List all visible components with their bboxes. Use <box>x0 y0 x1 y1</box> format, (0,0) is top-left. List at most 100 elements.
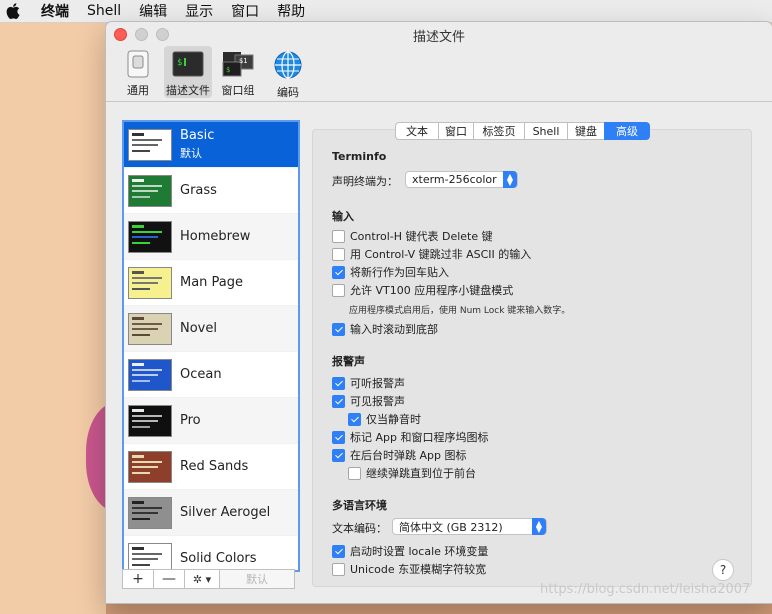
option-label: 允许 VT100 应用程序小键盘模式 <box>350 284 514 297</box>
preferences-window: 描述文件 通用 $ 描述文件 $ $1 窗口组 编码 Basic 默认 Gras… <box>106 22 772 603</box>
help-button[interactable]: ? <box>712 559 734 581</box>
tab-text[interactable]: 文本 <box>395 122 439 140</box>
profile-item-ocean[interactable]: Ocean <box>124 352 298 398</box>
profile-name: Solid Colors <box>180 551 257 566</box>
profile-thumbnail <box>128 312 172 345</box>
profile-item-homebrew[interactable]: Homebrew <box>124 214 298 260</box>
profile-item-silver-aerogel[interactable]: Silver Aerogel <box>124 490 298 536</box>
toolbar-encodings-label: 编码 <box>277 86 299 99</box>
toolbar-general[interactable]: 通用 <box>114 46 162 98</box>
checkbox[interactable] <box>332 448 345 462</box>
menu-edit[interactable]: 编辑 <box>130 1 176 21</box>
profile-name: Novel <box>180 321 217 336</box>
switch-icon <box>122 50 154 78</box>
svg-text:$: $ <box>226 66 230 74</box>
menu-view[interactable]: 显示 <box>176 1 222 21</box>
terminal-type-select[interactable]: xterm-256color ▲ ▼ <box>405 171 518 188</box>
checkbox[interactable] <box>332 322 345 336</box>
checkbox[interactable] <box>332 283 345 297</box>
option-label: 仅当静音时 <box>366 413 421 426</box>
checkbox[interactable] <box>332 265 345 279</box>
profile-default-label: 默认 <box>180 147 202 160</box>
profile-thumbnail <box>128 128 172 161</box>
option-label: 启动时设置 locale 环境变量 <box>350 545 489 558</box>
profile-name: Ocean <box>180 367 222 382</box>
option-label: 输入时滚动到底部 <box>350 323 438 336</box>
option-vt100-keypad[interactable]: 允许 VT100 应用程序小键盘模式 <box>332 282 513 298</box>
option-audible-bell[interactable]: 可听报警声 <box>332 375 405 391</box>
svg-text:$: $ <box>177 58 182 68</box>
checkbox[interactable] <box>332 562 345 576</box>
menu-window[interactable]: 窗口 <box>222 1 268 21</box>
terminfo-heading: Terminfo <box>332 150 387 163</box>
tab-tabs[interactable]: 标签页 <box>473 122 525 140</box>
option-control-v-escape[interactable]: 用 Control-V 键跳过非 ASCII 的输入 <box>332 246 531 262</box>
profile-thumbnail <box>128 404 172 437</box>
option-only-when-muted[interactable]: 仅当静音时 <box>348 411 421 427</box>
input-heading: 输入 <box>332 210 354 223</box>
profile-item-solid-colors[interactable]: Solid Colors <box>124 536 298 570</box>
checkbox[interactable] <box>332 394 345 408</box>
profile-item-red-sands[interactable]: Red Sands <box>124 444 298 490</box>
apple-icon[interactable] <box>4 2 22 20</box>
option-paste-newline-return[interactable]: 将新行作为回车贴入 <box>332 264 449 280</box>
toolbar-profiles-label: 描述文件 <box>166 84 210 97</box>
profile-item-basic[interactable]: Basic 默认 <box>124 122 298 168</box>
option-label: 标记 App 和窗口程序坞图标 <box>350 431 489 444</box>
profile-thumbnail <box>128 450 172 483</box>
set-default-button[interactable]: 默认 <box>219 569 295 589</box>
option-scroll-to-bottom[interactable]: 输入时滚动到底部 <box>332 321 438 337</box>
menu-terminal[interactable]: 终端 <box>32 1 78 21</box>
terminal-type-value: xterm-256color <box>412 173 497 186</box>
profile-item-man-page[interactable]: Man Page <box>124 260 298 306</box>
tab-shell[interactable]: Shell <box>524 122 568 140</box>
tab-window[interactable]: 窗口 <box>438 122 474 140</box>
option-keep-bouncing[interactable]: 继续弹跳直到位于前台 <box>348 465 476 481</box>
text-encoding-select[interactable]: 简体中文 (GB 2312) ▲ ▼ <box>392 518 547 535</box>
toolbar-encodings[interactable]: 编码 <box>264 46 312 99</box>
locale-heading: 多语言环境 <box>332 499 387 512</box>
text-encoding-label: 文本编码： <box>332 522 387 535</box>
watermark-text: https://blog.csdn.net/leisha2007 <box>540 582 751 597</box>
option-control-h-delete[interactable]: Control-H 键代表 Delete 键 <box>332 228 493 244</box>
menu-help[interactable]: 帮助 <box>268 1 314 21</box>
desktop-strip <box>106 603 772 614</box>
tab-advanced[interactable]: 高级 <box>604 122 650 140</box>
title-bar[interactable]: 描述文件 <box>106 22 772 46</box>
checkbox[interactable] <box>332 376 345 390</box>
profile-name: Homebrew <box>180 229 251 244</box>
profile-thumbnail <box>128 220 172 253</box>
toolbar-profiles[interactable]: $ 描述文件 <box>164 46 212 98</box>
settings-tabs: 文本 窗口 标签页 Shell 键盘 高级 <box>395 122 650 140</box>
option-badge-dock-icon[interactable]: 标记 App 和窗口程序坞图标 <box>332 429 488 445</box>
globe-icon <box>272 50 304 80</box>
option-bounce-app-icon[interactable]: 在后台时弹跳 App 图标 <box>332 447 466 463</box>
stepper-icon: ▲ ▼ <box>532 518 546 535</box>
option-set-locale-env[interactable]: 启动时设置 locale 环境变量 <box>332 543 488 559</box>
profile-thumbnail <box>128 266 172 299</box>
profile-thumbnail <box>128 496 172 529</box>
checkbox[interactable] <box>332 247 345 261</box>
remove-profile-button[interactable]: — <box>153 569 185 589</box>
profile-item-grass[interactable]: Grass <box>124 168 298 214</box>
checkbox[interactable] <box>332 544 345 558</box>
checkbox[interactable] <box>348 466 361 480</box>
gear-menu-button[interactable]: ✲ ▾ <box>184 569 220 589</box>
option-label: 继续弹跳直到位于前台 <box>366 467 476 480</box>
option-unicode-east-asian-wide[interactable]: Unicode 东亚模糊字符较宽 <box>332 561 486 577</box>
profile-item-novel[interactable]: Novel <box>124 306 298 352</box>
tab-keyboard[interactable]: 键盘 <box>567 122 605 140</box>
profile-list[interactable]: Basic 默认 Grass Homebrew Man Page Novel O… <box>122 120 300 572</box>
add-profile-button[interactable]: + <box>122 569 154 589</box>
profile-name: Pro <box>180 413 201 428</box>
option-label: 可见报警声 <box>350 395 405 408</box>
checkbox[interactable] <box>332 229 345 243</box>
checkbox[interactable] <box>332 430 345 444</box>
toolbar-window-groups[interactable]: $ $1 窗口组 <box>214 46 262 98</box>
profile-item-pro[interactable]: Pro <box>124 398 298 444</box>
menu-bar: 终端 Shell 编辑 显示 窗口 帮助 <box>0 0 772 23</box>
option-visual-bell[interactable]: 可见报警声 <box>332 393 405 409</box>
menu-shell[interactable]: Shell <box>78 3 130 19</box>
profile-name: Red Sands <box>180 459 249 474</box>
checkbox[interactable] <box>348 412 361 426</box>
